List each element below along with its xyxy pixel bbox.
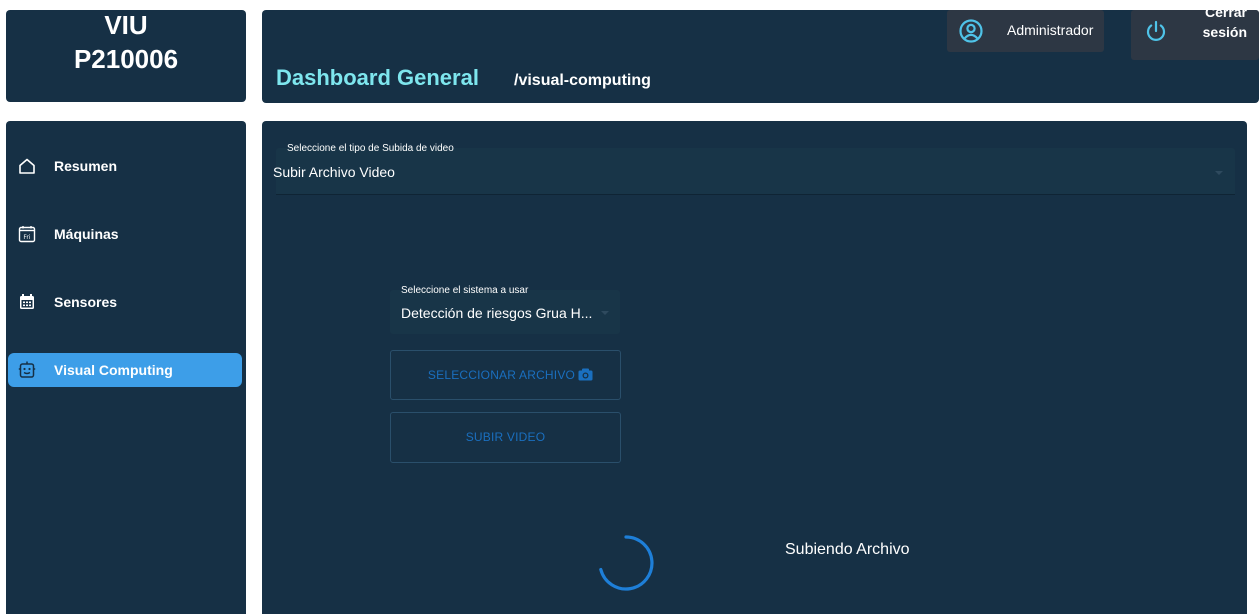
logout-label-line-2: sesión [1202,24,1247,40]
sidebar-item-label: Sensores [54,294,118,310]
sidebar-item-label: Visual Computing [54,362,173,378]
main-content: Seleccione el tipo de Subida de video Su… [262,121,1247,614]
logo-box: VIU P210006 [6,10,246,102]
sidebar-item-visual-computing[interactable]: Visual Computing [8,353,242,387]
home-icon [19,158,35,174]
loading-spinner-icon [599,535,654,591]
page-route: /visual-computing [514,72,651,89]
chevron-down-icon [601,311,609,315]
logout-button[interactable]: Cerrar sesión [1131,4,1259,60]
system-select[interactable]: Seleccione el sistema a usar Detección d… [390,285,620,334]
sidebar-item-maquinas[interactable]: Fri Máquinas [8,217,242,251]
upload-status-text: Subiendo Archivo [785,541,910,558]
svg-text:Fri: Fri [23,234,30,241]
upload-video-label: SUBIR VIDEO [465,430,546,444]
select-file-button[interactable]: SELECCIONAR ARCHIVO [390,350,621,400]
system-select-value: Detección de riesgos Grua H... [401,305,593,321]
logo-line-1: VIU [104,10,148,40]
sidebar-item-resumen[interactable]: Resumen [8,149,242,183]
user-profile-button[interactable]: Administrador [947,10,1104,52]
user-name-label: Administrador [1007,22,1094,38]
logo-line-2: P210006 [73,44,179,74]
upload-video-button[interactable]: SUBIR VIDEO [390,412,621,463]
upload-type-value: Subir Archivo Video [273,164,395,180]
page-title: Dashboard General [276,65,479,90]
sidebar-item-sensores[interactable]: Sensores [8,285,242,319]
upload-type-label: Seleccione el tipo de Subida de video [287,143,454,154]
header: Administrador Cerrar sesión Dashboard Ge… [262,4,1259,103]
calendar-fri-icon: Fri [18,226,36,243]
chevron-down-icon [1215,171,1223,175]
sidebar-item-label: Máquinas [54,226,119,242]
user-circle-icon [959,19,983,43]
power-icon [1146,20,1166,41]
calendar-grid-icon [20,294,34,309]
robot-face-icon [18,361,36,378]
camera-icon [578,368,593,381]
sidebar-item-label: Resumen [54,158,118,174]
logout-label-line-1: Cerrar [1204,4,1247,20]
system-select-label: Seleccione el sistema a usar [401,285,529,296]
upload-type-select[interactable]: Seleccione el tipo de Subida de video Su… [273,143,1235,195]
sidebar: Resumen Fri Máquinas Sensores Visual Com… [6,121,246,614]
